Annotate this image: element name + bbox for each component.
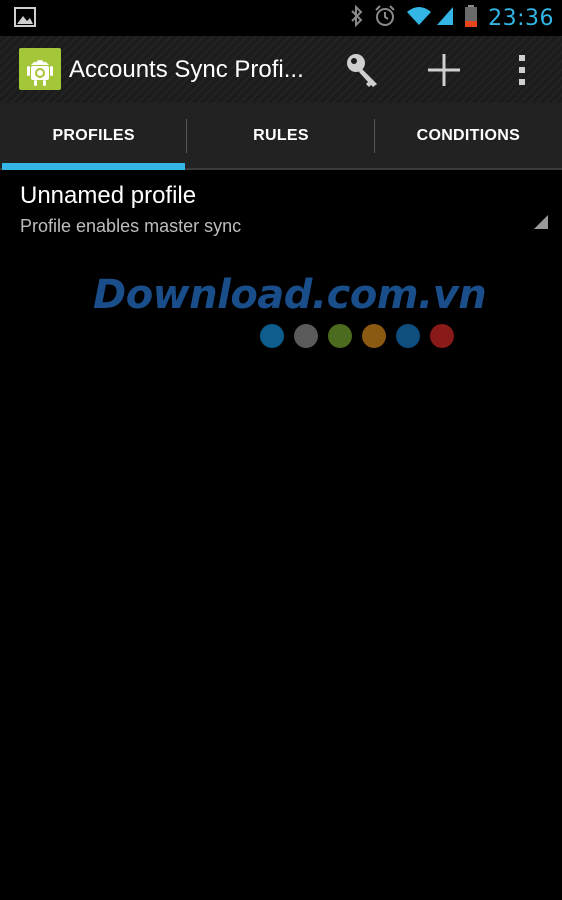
watermark-text: Download.com.vn xyxy=(93,272,487,318)
tab-conditions[interactable]: CONDITIONS xyxy=(375,103,562,168)
watermark-dot xyxy=(430,324,454,348)
alarm-icon xyxy=(374,4,396,32)
list-item[interactable]: Unnamed profile Profile enables master s… xyxy=(0,170,562,244)
add-icon[interactable] xyxy=(418,44,470,96)
signal-icon xyxy=(436,6,454,31)
dropdown-corner-icon[interactable] xyxy=(534,215,548,229)
watermark-dot xyxy=(294,324,318,348)
status-bar: 23:36 xyxy=(0,0,562,36)
profile-title: Unnamed profile xyxy=(20,182,197,209)
overflow-menu-icon[interactable] xyxy=(496,44,548,96)
profile-subtitle: Profile enables master sync xyxy=(20,216,242,236)
bluetooth-icon xyxy=(350,4,364,32)
watermark-dot xyxy=(396,324,420,348)
watermark-dots xyxy=(260,324,464,348)
key-icon[interactable] xyxy=(337,44,389,96)
wifi-icon xyxy=(406,6,432,31)
watermark-dot xyxy=(328,324,352,348)
status-icons: 23:36 xyxy=(350,0,554,36)
android-icon[interactable] xyxy=(19,48,61,90)
watermark-dot xyxy=(362,324,386,348)
watermark: Download.com.vn xyxy=(93,272,487,348)
tab-rules[interactable]: RULES xyxy=(187,103,375,168)
tab-profiles[interactable]: PROFILES xyxy=(0,103,188,170)
app-title: Accounts Sync Profi... xyxy=(69,56,304,83)
tab-label: RULES xyxy=(253,126,309,144)
clock: 23:36 xyxy=(488,5,554,31)
image-icon xyxy=(14,7,36,27)
watermark-dot xyxy=(260,324,284,348)
selected-tab-indicator xyxy=(2,163,186,170)
battery-icon xyxy=(464,4,478,33)
action-bar: Accounts Sync Profi... xyxy=(0,36,562,103)
tab-label: CONDITIONS xyxy=(416,126,521,144)
tab-label: PROFILES xyxy=(52,126,135,144)
tab-bar: PROFILES RULES CONDITIONS xyxy=(0,103,562,170)
